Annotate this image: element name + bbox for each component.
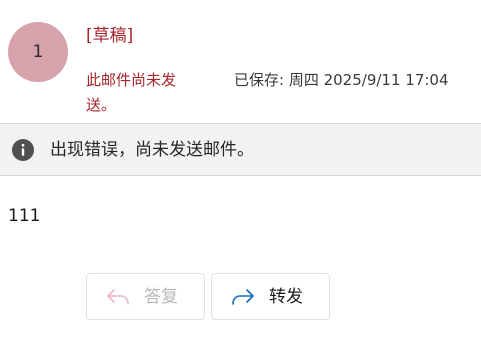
avatar-initial: 1 — [32, 42, 44, 62]
forward-arrow-icon — [232, 289, 254, 305]
error-info-bar: 出现错误，尚未发送邮件。 — [0, 123, 481, 176]
reply-label: 答复 — [144, 287, 178, 307]
forward-label: 转发 — [269, 287, 303, 307]
info-icon — [12, 139, 34, 161]
not-sent-notice: 此邮件尚未发送。 — [86, 71, 177, 114]
error-message: 出现错误，尚未发送邮件。 — [50, 140, 254, 160]
saved-status: 已保存: 周四 2025/9/11 17:04 — [234, 71, 449, 89]
forward-button[interactable]: 转发 — [211, 273, 330, 320]
avatar[interactable]: 1 — [8, 22, 68, 82]
message-header: 1 [草稿] 此邮件尚未发送。 已保存: 周四 2025/9/11 17:04 — [0, 0, 481, 122]
reply-arrow-icon — [107, 289, 129, 305]
message-body-text: 111 — [8, 206, 41, 226]
draft-label: [草稿] — [86, 26, 134, 46]
reply-button[interactable]: 答复 — [86, 273, 205, 320]
